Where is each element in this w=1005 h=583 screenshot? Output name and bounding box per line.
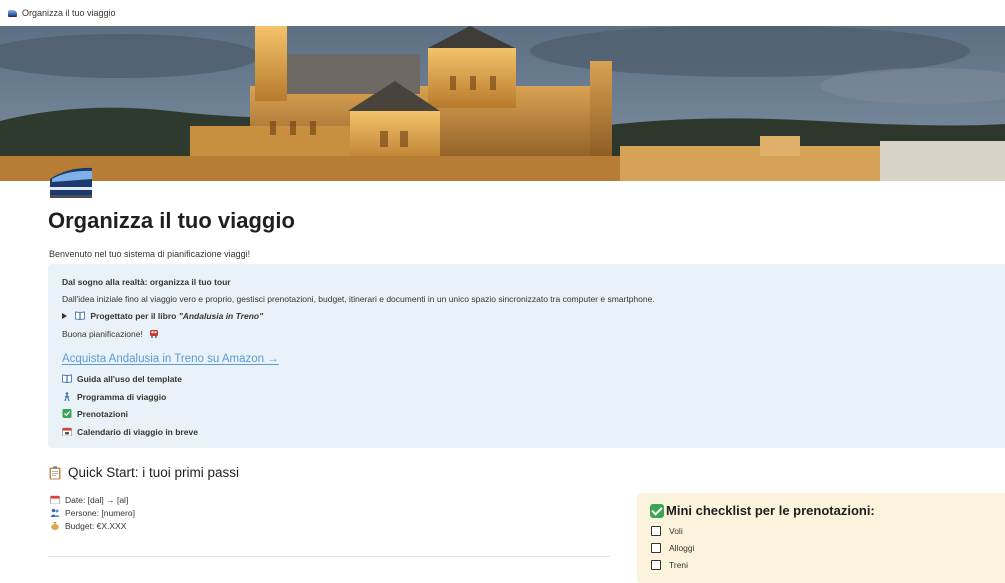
person-walking-icon [62, 392, 72, 402]
date-text: Date: [dal] → [al] [65, 495, 129, 505]
checklist-item-label: Alloggi [669, 543, 695, 553]
quick-start-heading: Quick Start: i tuoi primi passi [49, 465, 239, 480]
link-guide-label: Guida all'uso del template [77, 374, 182, 384]
train-icon [149, 329, 159, 339]
divider [48, 556, 610, 557]
sign-off-text: Buona pianificazione! [62, 329, 143, 339]
budget-text: Budget: €X.XXX [65, 521, 127, 531]
book-icon [62, 374, 72, 384]
browser-tab-bar: Organizza il tuo viaggio [0, 0, 1005, 26]
calendar-icon [50, 495, 60, 505]
amazon-link[interactable]: Acquista Andalusia in Treno su Amazon → [62, 353, 279, 365]
checkbox[interactable] [651, 526, 661, 536]
checkbox[interactable] [651, 543, 661, 553]
money-bag-icon [50, 521, 60, 531]
page-subtitle: Benvenuto nel tuo sistema di pianificazi… [49, 249, 251, 259]
cover-image [0, 26, 1005, 181]
page-title: Organizza il tuo viaggio [48, 208, 295, 233]
book-icon [75, 311, 86, 321]
toggle-arrow-icon[interactable] [62, 312, 67, 319]
booking-checklist: Mini checklist per le prenotazioni: Voli… [637, 493, 1005, 583]
intro-callout: Dal sogno alla realtà: organizza il tuo … [48, 264, 1005, 448]
sign-off: Buona pianificazione! [62, 329, 164, 339]
cathedral-cover-illustration [0, 26, 1005, 181]
people-icon [50, 508, 60, 518]
link-guide[interactable]: Guida all'uso del template [62, 374, 182, 384]
link-program-label: Programma di viaggio [77, 392, 167, 402]
callout-description: Dall'idea iniziale fino al viaggio vero … [62, 294, 655, 304]
people-text: Persone: [numero] [65, 508, 135, 518]
checkbox[interactable] [651, 560, 661, 570]
toggle-book-title: "Andalusia in Treno" [178, 311, 264, 321]
tab-title[interactable]: Organizza il tuo viaggio [22, 8, 116, 18]
checklist-item-label: Voli [669, 526, 683, 536]
train-icon [8, 9, 17, 17]
checklist-item-voli[interactable]: Voli [651, 526, 683, 536]
checklist-item-alloggi[interactable]: Alloggi [651, 543, 695, 553]
date-line: Date: [dal] → [al] [50, 495, 128, 505]
check-mark-icon [650, 503, 664, 518]
book-toggle[interactable]: Progettato per il libro "Andalusia in Tr… [62, 311, 263, 321]
clipboard-icon [49, 465, 61, 479]
budget-line: Budget: €X.XXX [50, 521, 126, 531]
checklist-heading: Mini checklist per le prenotazioni: [650, 503, 875, 518]
quick-start-title: Quick Start: i tuoi primi passi [68, 465, 240, 480]
link-program[interactable]: Programma di viaggio [62, 392, 166, 402]
checklist-item-treni[interactable]: Treni [651, 560, 688, 570]
checklist-item-label: Treni [669, 560, 689, 570]
checklist-title: Mini checklist per le prenotazioni: [666, 503, 875, 518]
train-icon[interactable] [48, 165, 93, 200]
link-calendar-label: Calendario di viaggio in breve [77, 427, 198, 437]
link-bookings[interactable]: Prenotazioni [62, 409, 128, 419]
calendar-icon [62, 427, 72, 437]
link-bookings-label: Prenotazioni [77, 409, 129, 419]
callout-heading: Dal sogno alla realtà: organizza il tuo … [62, 277, 231, 287]
check-box-icon [62, 409, 72, 419]
people-line: Persone: [numero] [50, 508, 135, 518]
link-calendar[interactable]: Calendario di viaggio in breve [62, 427, 198, 437]
toggle-prefix: Progettato per il libro [90, 311, 179, 321]
